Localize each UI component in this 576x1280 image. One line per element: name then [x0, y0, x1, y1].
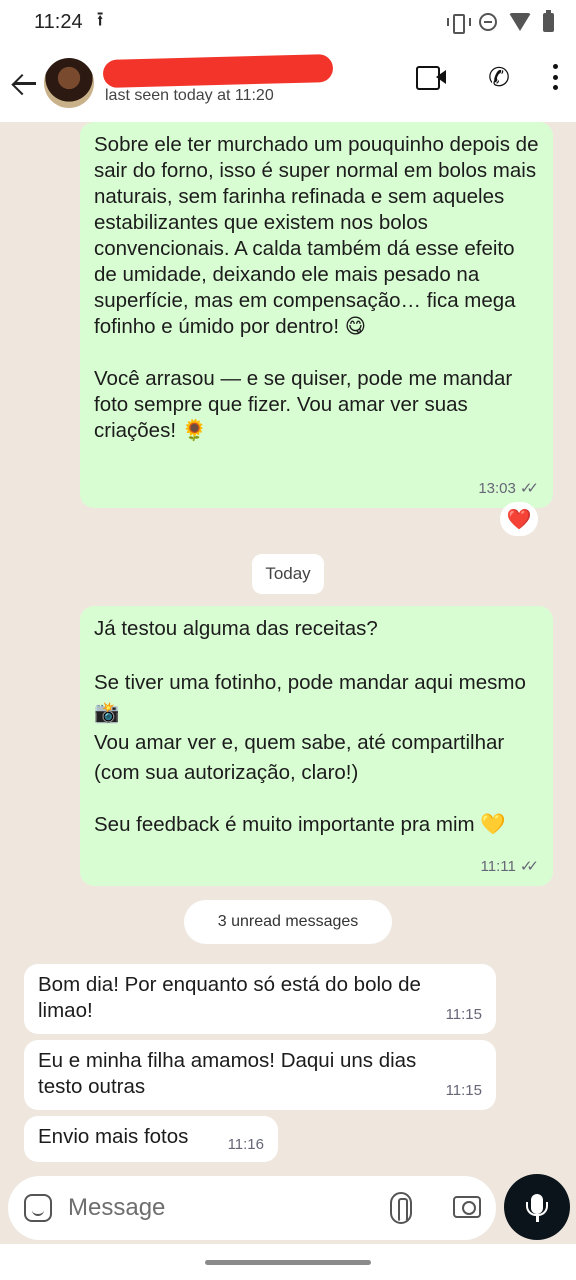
- message-text: Já testou alguma das receitas?: [94, 617, 378, 640]
- message-time: 11:15: [445, 1082, 482, 1099]
- chat-area[interactable]: Sobre ele ter murchado um pouquinho depo…: [0, 122, 576, 1172]
- message-bubble-incoming[interactable]: Envio mais fotos 11:16: [24, 1116, 278, 1162]
- message-meta: 11:16: [228, 1132, 264, 1158]
- system-nav-bar: [0, 1244, 576, 1280]
- mic-icon: [526, 1194, 548, 1222]
- do-not-disturb-icon: [479, 13, 497, 31]
- message-time: 11:15: [445, 1006, 482, 1023]
- chat-header: last seen today at 11:20 ✆: [0, 44, 576, 122]
- voice-message-button[interactable]: [504, 1174, 570, 1240]
- unread-messages-banner: 3 unread messages: [184, 900, 392, 944]
- message-text: Você arrasou — e se quiser, pode me mand…: [94, 367, 513, 442]
- vibrate-icon: [447, 14, 471, 34]
- wifi-icon: [509, 13, 531, 31]
- message-input[interactable]: [68, 1190, 368, 1226]
- message-text: Seu feedback é muito importante pra mim …: [94, 813, 506, 836]
- message-text: Eu e minha filha amamos! Daqui uns dias …: [38, 1049, 417, 1098]
- message-meta: 11:15: [446, 1002, 482, 1028]
- message-text: Se tiver uma fotinho, pode mandar aqui m…: [94, 671, 526, 784]
- more-options-icon[interactable]: [552, 64, 558, 90]
- battery-icon: [543, 9, 554, 32]
- message-bubble-incoming[interactable]: Eu e minha filha amamos! Daqui uns dias …: [24, 1040, 496, 1110]
- sticker-icon[interactable]: [24, 1194, 52, 1222]
- status-time: 11:24: [34, 10, 83, 33]
- contact-name-redacted: [102, 53, 334, 89]
- message-time: 11:11: [480, 858, 516, 875]
- message-bubble-outgoing[interactable]: Sobre ele ter murchado um pouquinho depo…: [80, 122, 553, 508]
- double-check-icon: ✓✓: [519, 858, 539, 875]
- message-text: Bom dia! Por enquanto só está do bolo de…: [38, 973, 421, 1022]
- input-bar: [0, 1172, 576, 1242]
- message-meta: 13:03 ✓✓: [478, 476, 539, 502]
- phone-call-icon[interactable]: ✆: [486, 64, 512, 90]
- double-check-icon: ✓✓: [519, 480, 539, 497]
- back-arrow-icon[interactable]: [10, 69, 38, 97]
- message-bubble-incoming[interactable]: Bom dia! Por enquanto só está do bolo de…: [24, 964, 496, 1034]
- heart-reaction-icon[interactable]: ❤️: [500, 502, 538, 536]
- camera-icon[interactable]: [453, 1196, 481, 1218]
- message-bubble-outgoing[interactable]: Já testou alguma das receitas? Se tiver …: [80, 606, 553, 886]
- message-meta: 11:11 ✓✓: [481, 854, 539, 880]
- message-time: 13:03: [478, 480, 516, 497]
- avatar[interactable]: [44, 58, 94, 108]
- message-composer[interactable]: [8, 1176, 496, 1240]
- status-bar: 11:24 ⭱: [0, 0, 576, 44]
- video-call-icon[interactable]: [416, 66, 446, 90]
- home-indicator[interactable]: [205, 1260, 371, 1265]
- contact-info[interactable]: last seen today at 11:20: [102, 53, 345, 113]
- date-separator: Today: [252, 554, 324, 594]
- message-text: Sobre ele ter murchado um pouquinho depo…: [94, 133, 539, 338]
- attach-icon[interactable]: [390, 1192, 412, 1224]
- last-seen: last seen today at 11:20: [105, 87, 274, 104]
- message-meta: 11:15: [446, 1078, 482, 1104]
- upload-icon: ⭱: [96, 9, 104, 31]
- message-time: 11:16: [227, 1136, 264, 1153]
